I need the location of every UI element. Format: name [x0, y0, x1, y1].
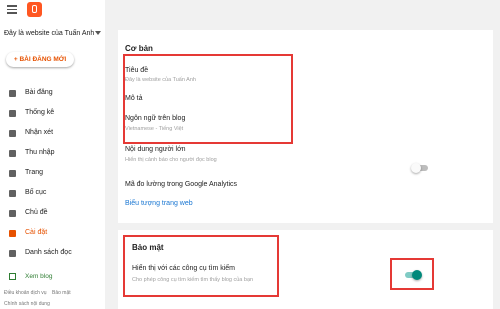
privacy-link[interactable]: Bảo mật	[52, 290, 71, 296]
sidebar-item-stats[interactable]: Thống kê	[0, 106, 105, 122]
sidebar-item-label: Danh sách đọc	[25, 249, 72, 256]
comments-icon	[9, 130, 16, 137]
stats-icon	[9, 110, 16, 117]
adult-content-label[interactable]: Nội dung người lớn	[125, 146, 186, 153]
earnings-icon	[9, 150, 16, 157]
sidebar-item-label: Bố cục	[25, 189, 47, 196]
sidebar-item-pages[interactable]: Trang	[0, 166, 105, 182]
sidebar-item-label: Cài đặt	[25, 229, 48, 236]
settings-content: Cơ bản Tiêu đề Đây là website của Tuấn A…	[105, 0, 500, 309]
new-post-button[interactable]: + BÀI ĐĂNG MỚI	[6, 52, 74, 67]
search-visibility-toggle[interactable]	[405, 270, 422, 280]
search-visibility-label[interactable]: Hiển thị với các công cụ tìm kiếm	[132, 265, 235, 272]
pages-icon	[9, 170, 16, 177]
section-title-privacy: Bảo mật	[132, 243, 164, 252]
open-external-icon	[9, 273, 16, 280]
reading-list-icon	[9, 250, 16, 257]
view-blog-link[interactable]: Xem blog	[0, 270, 105, 284]
settings-icon	[9, 230, 16, 237]
terms-link[interactable]: Điều khoản dịch vụ	[4, 290, 47, 296]
sidebar-item-label: Thu nhập	[25, 149, 55, 156]
sidebar-item-layout[interactable]: Bố cục	[0, 186, 105, 202]
menu-icon[interactable]	[7, 5, 17, 14]
blog-selector[interactable]: Đây là website của Tuấn Anh	[4, 30, 94, 37]
favicon-link[interactable]: Biểu tượng trang web	[125, 200, 193, 207]
sidebar-item-label: Bài đăng	[25, 89, 53, 96]
sidebar-item-theme[interactable]: Chủ đề	[0, 206, 105, 222]
theme-icon	[9, 210, 16, 217]
privacy-settings-card: Bảo mật Hiển thị với các công cụ tìm kiế…	[118, 230, 493, 309]
sidebar-item-settings[interactable]: Cài đặt	[0, 226, 105, 242]
content-policy-link[interactable]: Chính sách nội dung	[4, 301, 50, 307]
sidebar-item-comments[interactable]: Nhận xét	[0, 126, 105, 142]
layout-icon	[9, 190, 16, 197]
basic-settings-card: Cơ bản Tiêu đề Đây là website của Tuấn A…	[118, 30, 493, 223]
chevron-down-icon[interactable]	[95, 31, 101, 35]
sidebar-item-label: Nhận xét	[25, 129, 54, 136]
highlight-box-basic	[123, 54, 293, 144]
search-visibility-description: Cho phép công cụ tìm kiếm tìm thấy blog …	[132, 277, 254, 283]
sidebar-item-reading-list[interactable]: Danh sách đọc	[0, 246, 105, 262]
posts-icon	[9, 90, 16, 97]
view-blog-label: Xem blog	[25, 273, 53, 280]
analytics-label[interactable]: Mã đo lường trong Google Analytics	[125, 181, 237, 188]
sidebar-item-label: Chủ đề	[25, 209, 48, 216]
sidebar-item-label: Thống kê	[25, 109, 55, 116]
adult-content-description: Hiển thị cảnh báo cho người đọc blog	[125, 157, 217, 163]
blogger-logo-icon[interactable]	[27, 2, 42, 17]
sidebar: Đây là website của Tuấn Anh + BÀI ĐĂNG M…	[0, 0, 105, 309]
sidebar-item-label: Trang	[25, 169, 44, 176]
toggle-knob	[412, 270, 422, 280]
sidebar-item-posts[interactable]: Bài đăng	[0, 86, 105, 102]
section-title-basic: Cơ bản	[125, 44, 153, 53]
adult-content-toggle[interactable]	[411, 163, 428, 173]
sidebar-item-earnings[interactable]: Thu nhập	[0, 146, 105, 162]
toggle-knob	[411, 163, 421, 173]
